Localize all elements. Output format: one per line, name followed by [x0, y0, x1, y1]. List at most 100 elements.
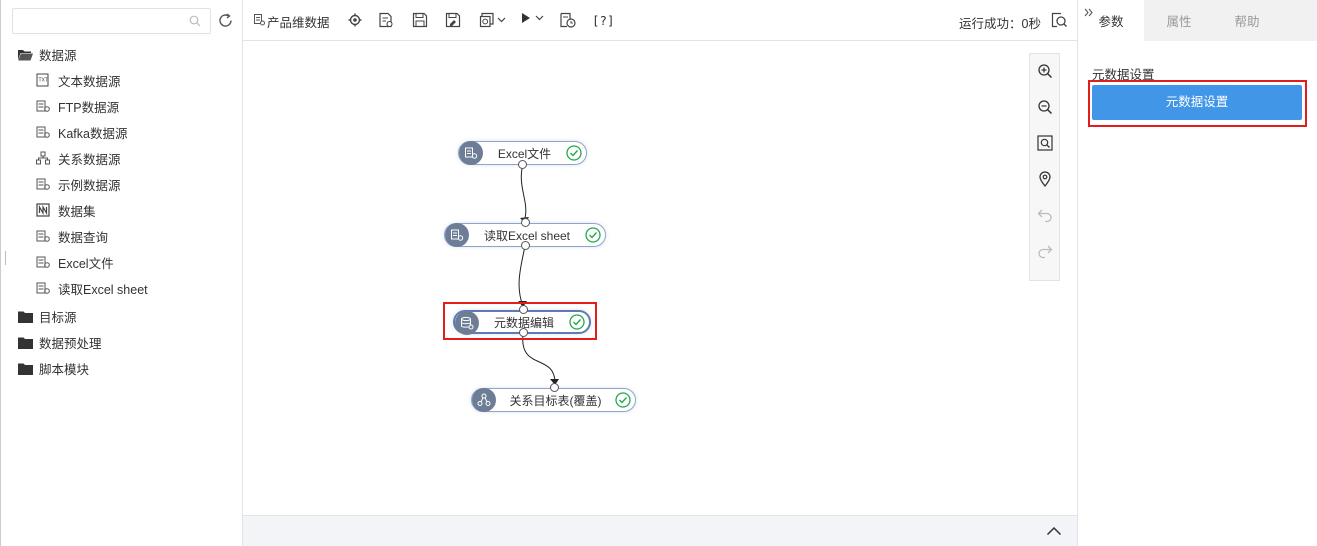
text-file-icon: TXT	[36, 73, 50, 87]
success-check-icon	[615, 392, 631, 411]
tree-folder-preprocessing[interactable]: 数据预处理	[18, 330, 102, 354]
flow-icon	[254, 14, 265, 29]
tree-item-kafka-datasource[interactable]: Kafka数据源	[36, 120, 127, 144]
metadata-settings-button[interactable]: 元数据设置	[1092, 85, 1302, 120]
refresh-icon[interactable]	[217, 12, 234, 32]
tree-item-relation-datasource[interactable]: 关系数据源	[36, 146, 121, 170]
save-button[interactable]	[412, 12, 428, 28]
right-panel-tabs: 参数 属性 帮助	[1078, 0, 1317, 41]
save-as-button[interactable]	[445, 12, 461, 28]
undo-icon[interactable]	[1037, 207, 1053, 223]
run-dropdown-button[interactable]	[521, 12, 544, 24]
scroll-indicator[interactable]	[5, 251, 6, 265]
play-icon	[522, 13, 530, 23]
tree-folder-target[interactable]: 目标源	[18, 304, 77, 328]
redo-icon[interactable]	[1037, 243, 1053, 259]
location-pin-icon[interactable]	[1037, 171, 1053, 188]
datasource-icon	[36, 255, 50, 269]
help-button[interactable]: [?]	[592, 13, 615, 28]
tree-label: 数据集	[58, 204, 96, 219]
fit-view-icon[interactable]	[1037, 135, 1053, 151]
datasource-icon	[36, 177, 50, 191]
tab-help[interactable]: 帮助	[1214, 0, 1280, 41]
tree-item-text-datasource[interactable]: TXT 文本数据源	[36, 68, 121, 92]
node-output-port[interactable]	[521, 241, 530, 250]
node-label: Excel文件	[497, 146, 552, 161]
flow-title: 产品维数据	[254, 12, 330, 31]
svg-text:TXT: TXT	[38, 78, 49, 84]
tree-item-sample-datasource[interactable]: 示例数据源	[36, 172, 121, 196]
export-icon	[479, 12, 494, 28]
run-status: 运行成功：0秒	[959, 17, 1041, 31]
tree-label: Excel文件	[58, 256, 114, 271]
app-window: 数据源 TXT 文本数据源 FTP数据源 Kafka数据源 关系数据源 示例数据…	[0, 0, 1317, 546]
tree-label: 脚本模块	[39, 362, 90, 377]
edge-excel-to-read	[520, 163, 527, 219]
chevron-down-icon	[535, 15, 544, 21]
chevron-up-icon[interactable]	[1046, 525, 1062, 539]
datasource-icon	[36, 99, 50, 113]
flow-node-relation-target[interactable]: 关系目标表(覆盖)	[471, 383, 636, 412]
flow-title-text: 产品维数据	[267, 16, 330, 30]
tree-label: 数据预处理	[39, 336, 102, 351]
zoom-toolbar	[1029, 53, 1060, 281]
schedule-button[interactable]	[559, 12, 576, 28]
collapse-panel-icon[interactable]	[1084, 6, 1093, 20]
tree-item-excel-file[interactable]: Excel文件	[36, 250, 114, 274]
save-icon	[412, 12, 428, 28]
log-search-button[interactable]	[1051, 12, 1067, 28]
node-output-port[interactable]	[519, 328, 528, 337]
chevron-down-icon	[497, 17, 506, 23]
success-check-icon	[569, 314, 585, 333]
schedule-icon	[560, 12, 576, 28]
flow-node-excel-file[interactable]: Excel文件	[458, 141, 587, 169]
search-box[interactable]	[12, 8, 211, 34]
debug-button[interactable]	[347, 12, 363, 28]
flow-edges	[518, 163, 559, 385]
tree-folder-script[interactable]: 脚本模块	[18, 356, 89, 380]
datasource-icon	[36, 125, 50, 139]
tree-item-data-query[interactable]: 数据查询	[36, 224, 108, 248]
zoom-out-icon[interactable]	[1037, 99, 1053, 115]
tree-label: 目标源	[39, 310, 77, 325]
toolbar: 产品维数据 [?] 运行成功：0秒	[243, 0, 1077, 41]
tree-label: 示例数据源	[58, 178, 121, 193]
tree-item-ftp-datasource[interactable]: FTP数据源	[36, 94, 119, 118]
flow-node-metadata-edit[interactable]: 元数据编辑	[453, 305, 591, 337]
node-input-port[interactable]	[519, 305, 528, 314]
search-input[interactable]	[13, 9, 183, 33]
tree-item-read-excel-sheet[interactable]: 读取Excel sheet	[36, 276, 148, 300]
datasource-icon	[459, 141, 483, 165]
tree-folder-datasource[interactable]: 数据源	[18, 42, 77, 66]
metadata-icon	[455, 311, 479, 335]
edge-meta-to-target	[522, 333, 556, 384]
tree-label: 数据查询	[58, 230, 109, 245]
search-icon[interactable]	[189, 15, 201, 30]
tree-label: Kafka数据源	[58, 126, 128, 141]
relation-icon	[36, 151, 50, 165]
edge-read-to-meta	[518, 245, 526, 307]
tree-label: 数据源	[39, 48, 77, 63]
flow-node-read-excel-sheet[interactable]: 读取Excel sheet	[444, 218, 606, 250]
tab-properties[interactable]: 属性	[1146, 0, 1212, 41]
zoom-in-icon[interactable]	[1037, 63, 1053, 79]
folder-open-icon	[18, 49, 33, 60]
datasource-icon	[445, 223, 469, 247]
tree-label: 文本数据源	[58, 74, 121, 89]
export-dropdown-button[interactable]	[479, 12, 506, 28]
log-panel-bar	[243, 515, 1077, 546]
node-input-port[interactable]	[521, 218, 530, 227]
datasource-icon	[36, 281, 50, 295]
tree-label: FTP数据源	[58, 100, 120, 115]
node-input-port[interactable]	[550, 383, 559, 392]
flow-canvas[interactable]: Excel文件 读取Excel sheet 元数据编辑 关系目标表(覆盖)	[243, 41, 1077, 515]
folder-icon	[18, 363, 33, 375]
document-settings-icon	[379, 12, 393, 28]
success-check-icon	[585, 227, 601, 246]
tree-item-dataset[interactable]: 数据集	[36, 198, 96, 222]
right-panel: 参数 属性 帮助 元数据设置 元数据设置	[1077, 0, 1317, 546]
save-as-icon	[445, 12, 461, 28]
properties-button[interactable]	[378, 12, 394, 28]
node-output-port[interactable]	[518, 160, 527, 169]
settings-gear-icon	[348, 13, 362, 27]
